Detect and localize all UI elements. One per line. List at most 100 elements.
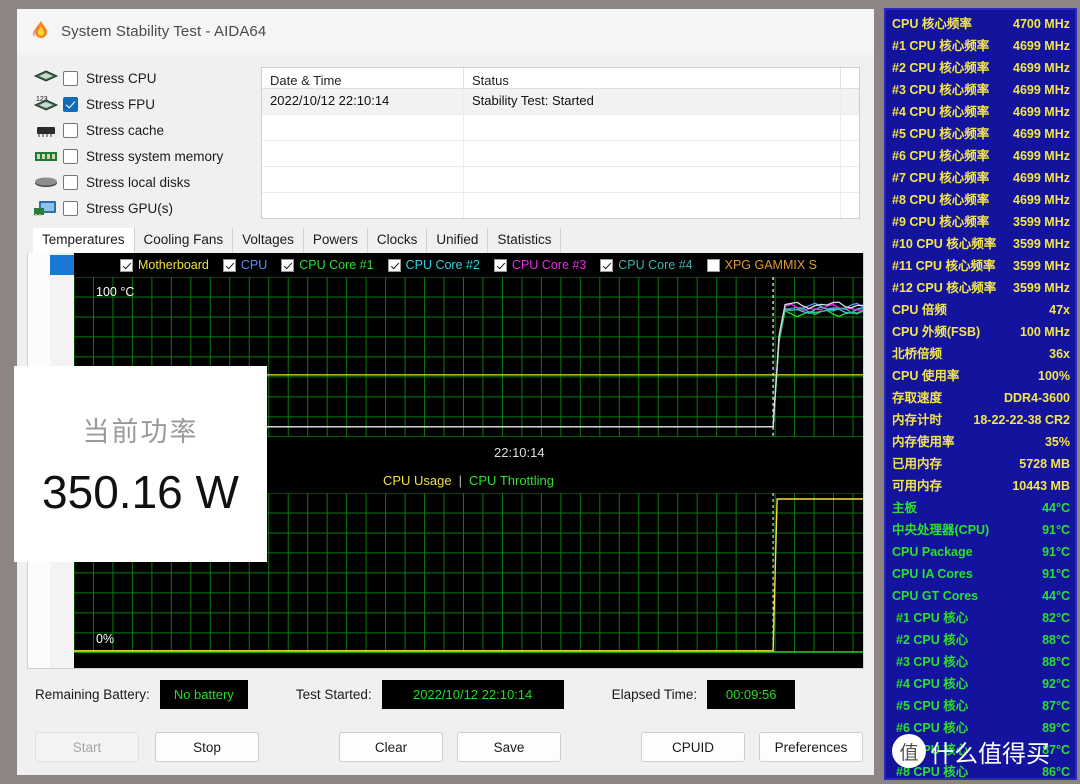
sensor-name: #3 CPU 核心 — [896, 655, 969, 669]
sensor-row: 主板 44°C — [892, 497, 1070, 519]
sensor-row: #6 CPU 核心 89°C — [892, 717, 1070, 739]
log-cell-status — [464, 167, 841, 192]
legend-checkbox[interactable] — [706, 258, 720, 272]
stress-option-checkbox[interactable] — [63, 174, 78, 190]
sensor-row: CPU 核心频率 4700 MHz — [892, 13, 1070, 35]
tab-statistics[interactable]: Statistics — [488, 228, 562, 253]
legend-item[interactable]: XPG GAMMIX S — [706, 258, 818, 272]
stress-option-row[interactable]: Stress local disks — [33, 171, 249, 193]
stress-option-label: Stress CPU — [86, 70, 157, 86]
sensor-row: #2 CPU 核心 88°C — [892, 629, 1070, 651]
cpu-chip-icon — [33, 68, 59, 88]
legend-label: XPG GAMMIX S — [724, 258, 818, 272]
sensor-value: 10443 MB — [1012, 479, 1070, 493]
stress-option-row[interactable]: Stress cache — [33, 119, 249, 141]
sensor-value: 3599 MHz — [1013, 259, 1070, 273]
sensor-name: 内存计时 — [892, 413, 943, 427]
stop-button[interactable]: Stop — [155, 732, 259, 762]
scrollbar-thumb[interactable] — [50, 255, 74, 275]
legend-checkbox[interactable] — [119, 258, 133, 272]
log-cell-status — [464, 141, 841, 166]
chart-timestamp: 22:10:14 — [494, 444, 545, 460]
sensor-name: #9 CPU 核心频率 — [892, 215, 990, 229]
legend-item[interactable]: CPU — [222, 258, 267, 272]
usage-y-axis-label: 0% — [96, 632, 115, 646]
legend-checkbox[interactable] — [281, 258, 295, 272]
legend-checkbox[interactable] — [222, 258, 236, 272]
tab-voltages[interactable]: Voltages — [233, 228, 304, 253]
sensor-row: #6 CPU 核心频率 4699 MHz — [892, 145, 1070, 167]
flame-icon — [31, 20, 51, 42]
tab-temperatures[interactable]: Temperatures — [33, 228, 135, 253]
table-row[interactable]: 2022/10/12 22:10:14 Stability Test: Start… — [262, 89, 859, 115]
legend-item[interactable]: CPU Core #4 — [600, 258, 693, 272]
event-log-table[interactable]: Date & Time Status 2022/10/12 22:10:14 St… — [261, 67, 860, 219]
tab-unified[interactable]: Unified — [427, 228, 489, 253]
gpu-monitor-icon — [33, 198, 59, 218]
sensor-name: CPU 外频(FSB) — [892, 325, 981, 339]
sensor-name: 北桥倍频 — [892, 347, 943, 361]
stress-option-row[interactable]: Stress system memory — [33, 145, 249, 167]
table-row[interactable] — [262, 141, 859, 167]
stress-option-checkbox[interactable] — [63, 148, 78, 164]
sensor-name: #8 CPU 核心 — [896, 765, 969, 779]
sensor-name: #5 CPU 核心频率 — [892, 127, 990, 141]
sensor-value: 92°C — [1042, 677, 1070, 691]
sensor-name: #4 CPU 核心频率 — [892, 105, 990, 119]
table-row[interactable] — [262, 167, 859, 193]
sensor-name: #11 CPU 核心频率 — [892, 259, 996, 273]
preferences-button[interactable]: Preferences — [759, 732, 863, 762]
sensor-value: 4699 MHz — [1013, 149, 1070, 163]
fpu-chip-icon: 123 — [33, 94, 59, 114]
clear-button[interactable]: Clear — [339, 732, 443, 762]
sensor-row: #8 CPU 核心频率 4699 MHz — [892, 189, 1070, 211]
sensor-name: CPU 核心频率 — [892, 17, 972, 31]
column-header-status[interactable]: Status — [464, 68, 841, 88]
sensor-name: #3 CPU 核心频率 — [892, 83, 990, 97]
table-row[interactable] — [262, 193, 859, 218]
tab-cooling-fans[interactable]: Cooling Fans — [135, 228, 234, 253]
legend-separator: | — [458, 472, 462, 488]
graph-tabs[interactable]: Temperatures Cooling Fans Voltages Powers Cl… — [27, 225, 864, 253]
legend-cpu-usage[interactable]: CPU Usage — [383, 473, 452, 488]
sensor-value: 5728 MB — [1019, 457, 1070, 471]
column-header-datetime[interactable]: Date & Time — [262, 68, 464, 88]
sensor-row: #7 CPU 核心 87°C — [892, 739, 1070, 761]
sensor-row: CPU IA Cores 91°C — [892, 563, 1070, 585]
temperature-legend[interactable]: Motherboard CPU CPU Core #1 CPU Core #2 CPU … — [74, 253, 863, 277]
sensor-row: 北桥倍频 36x — [892, 343, 1070, 365]
legend-checkbox[interactable] — [493, 258, 507, 272]
stress-option-checkbox[interactable] — [63, 70, 78, 86]
sensor-row: #4 CPU 核心频率 4699 MHz — [892, 101, 1070, 123]
stress-option-checkbox[interactable] — [63, 200, 78, 216]
legend-checkbox[interactable] — [387, 258, 401, 272]
sensor-value: 88°C — [1042, 655, 1070, 669]
sensor-row: #12 CPU 核心频率 3599 MHz — [892, 277, 1070, 299]
stress-option-row[interactable]: Stress CPU — [33, 67, 249, 89]
log-cell-status — [464, 193, 841, 218]
sensor-value: 86°C — [1042, 765, 1070, 779]
sensor-value: 91°C — [1042, 523, 1070, 537]
cpuid-button[interactable]: CPUID — [641, 732, 745, 762]
sensor-value: 18-22-22-38 CR2 — [973, 413, 1070, 427]
legend-item[interactable]: Motherboard — [119, 258, 209, 272]
sensor-row: 中央处理器(CPU) 91°C — [892, 519, 1070, 541]
save-button[interactable]: Save — [457, 732, 561, 762]
legend-item[interactable]: CPU Core #2 — [387, 258, 480, 272]
sensor-value: 3599 MHz — [1013, 237, 1070, 251]
sensor-row: 存取速度 DDR4-3600 — [892, 387, 1070, 409]
table-row[interactable] — [262, 115, 859, 141]
stress-option-label: Stress local disks — [86, 174, 191, 190]
legend-item[interactable]: CPU Core #1 — [281, 258, 374, 272]
legend-cpu-throttling[interactable]: CPU Throttling — [469, 473, 554, 488]
sensor-name: 中央处理器(CPU) — [892, 523, 990, 537]
sensor-row: #1 CPU 核心频率 4699 MHz — [892, 35, 1070, 57]
legend-checkbox[interactable] — [600, 258, 614, 272]
stress-option-checkbox[interactable] — [63, 96, 78, 112]
tab-powers[interactable]: Powers — [304, 228, 368, 253]
stress-option-row[interactable]: Stress GPU(s) — [33, 197, 249, 219]
stress-option-checkbox[interactable] — [63, 122, 78, 138]
legend-item[interactable]: CPU Core #3 — [493, 258, 586, 272]
tab-clocks[interactable]: Clocks — [368, 228, 428, 253]
stress-option-row[interactable]: 123 Stress FPU — [33, 93, 249, 115]
